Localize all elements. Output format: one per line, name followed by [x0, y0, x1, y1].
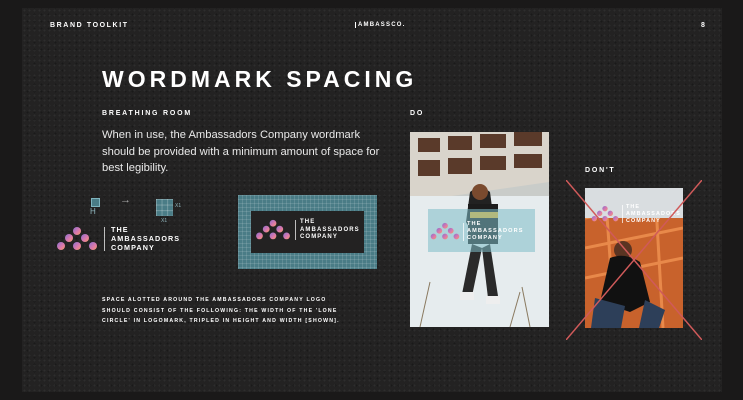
dont-label: DON'T — [585, 167, 616, 174]
cross-out-icon — [566, 180, 702, 340]
logo-line-3: COMPANY — [467, 235, 503, 241]
height-label: H — [90, 207, 96, 216]
logo-line-1: THE — [300, 219, 316, 225]
tripled-grid-square — [156, 199, 173, 216]
company-logo: THE AMBASSADORS COMPANY — [56, 225, 180, 252]
logo-line-2: AMBASSADORS — [300, 226, 360, 233]
breathing-room-heading: BREATHING ROOM — [102, 110, 193, 117]
arrow-right-icon: → — [120, 194, 131, 206]
logo-line-3: COMPANY — [111, 243, 155, 252]
do-label: DO — [410, 110, 425, 117]
x1-label-side: X1 — [175, 203, 182, 209]
logo-line-2: AMBASSADORS — [111, 234, 181, 243]
logo-line-1: THE — [111, 225, 129, 234]
breathing-room-body: When in use, the Ambassadors Company wor… — [102, 129, 380, 174]
logo-line-3: COMPANY — [300, 234, 338, 240]
logo-line-2: AMBASSADORS — [467, 228, 524, 234]
spacing-footnote: SPACE ALOTTED AROUND THE AMBASSADORS COM… — [102, 297, 340, 324]
x1-label-bottom: X1 — [161, 218, 168, 224]
logomark-icon — [57, 226, 97, 250]
logomark-icon — [256, 220, 290, 240]
page-title: WORDMARK SPACING — [102, 66, 418, 92]
do-logo: THE AMBASSADORS COMPANY — [430, 221, 524, 242]
header-brand-name: AMBASSCO. — [355, 22, 405, 28]
logomark-icon — [430, 222, 460, 240]
page-number: 8 — [701, 22, 705, 29]
header-brand-toolkit: BRAND TOOLKIT — [50, 22, 129, 29]
lone-circle-square — [91, 198, 100, 207]
logo-line-1: THE — [467, 221, 482, 227]
clearspace-logo: THE AMBASSADORS COMPANY — [255, 219, 360, 242]
